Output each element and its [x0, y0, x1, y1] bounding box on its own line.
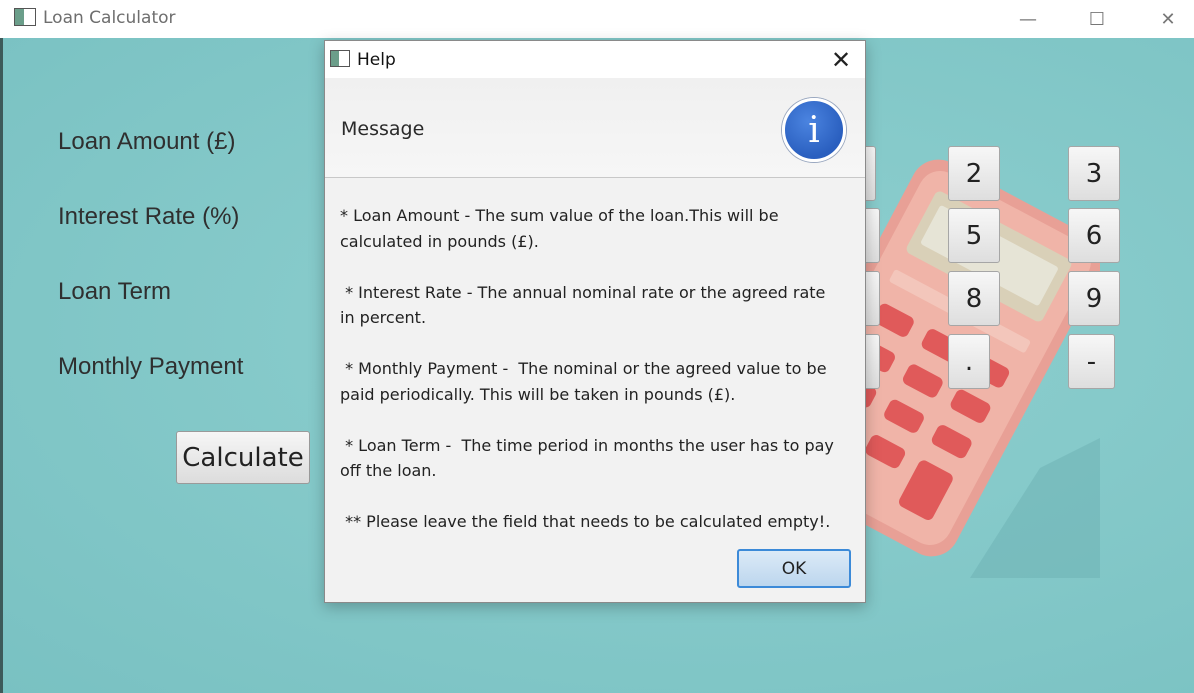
dialog-app-icon [330, 50, 350, 67]
keypad-key-8[interactable]: 8 [948, 271, 1000, 326]
window-title: Loan Calculator [43, 8, 176, 28]
keypad-key-2[interactable]: 2 [948, 146, 1000, 201]
minimize-icon: — [1019, 8, 1037, 30]
keypad-key-9[interactable]: 9 [1068, 271, 1120, 326]
help-interest-rate: * Interest Rate - The annual nominal rat… [340, 282, 831, 328]
help-loan-term: * Loan Term - The time period in months … [340, 435, 839, 481]
dialog-message-body: * Loan Amount - The sum value of the loa… [340, 203, 845, 560]
close-window-button[interactable]: ✕ [1133, 0, 1194, 38]
monthly-payment-label: Monthly Payment [58, 353, 244, 380]
window-titlebar: Loan Calculator — ☐ ✕ [0, 0, 1194, 38]
close-icon: ✕ [830, 46, 852, 74]
interest-rate-label: Interest Rate (%) [58, 203, 240, 230]
help-dialog: Help ✕ Message i * Loan Amount - The sum… [324, 40, 866, 603]
info-icon: i [782, 98, 846, 162]
keypad-key-5[interactable]: 5 [948, 208, 1000, 263]
keypad-key-minus[interactable]: - [1068, 334, 1115, 389]
close-icon: ✕ [1160, 8, 1176, 30]
info-glyph: i [808, 109, 820, 151]
ok-button[interactable]: OK [737, 549, 851, 588]
dialog-title: Help [357, 50, 396, 70]
maximize-button[interactable]: ☐ [1062, 0, 1132, 38]
minimize-button[interactable]: — [993, 0, 1063, 38]
dialog-titlebar: Help ✕ [325, 41, 865, 78]
dialog-header: Message i [325, 78, 865, 178]
keypad-key-3[interactable]: 3 [1068, 146, 1120, 201]
help-note: ** Please leave the field that needs to … [340, 512, 831, 531]
help-monthly-payment: * Monthly Payment - The nominal or the a… [340, 359, 832, 404]
calculate-button[interactable]: Calculate [176, 431, 310, 484]
window-edge [0, 38, 3, 693]
dialog-close-button[interactable]: ✕ [823, 44, 859, 76]
keypad-key-6[interactable]: 6 [1068, 208, 1120, 263]
loan-amount-label: Loan Amount (£) [58, 128, 236, 155]
maximize-icon: ☐ [1088, 8, 1106, 30]
dialog-header-text: Message [341, 118, 425, 140]
app-icon [14, 8, 36, 26]
keypad-key-decimal[interactable]: . [948, 334, 990, 389]
help-loan-amount: * Loan Amount - The sum value of the loa… [340, 206, 779, 251]
loan-term-label: Loan Term [58, 278, 171, 305]
